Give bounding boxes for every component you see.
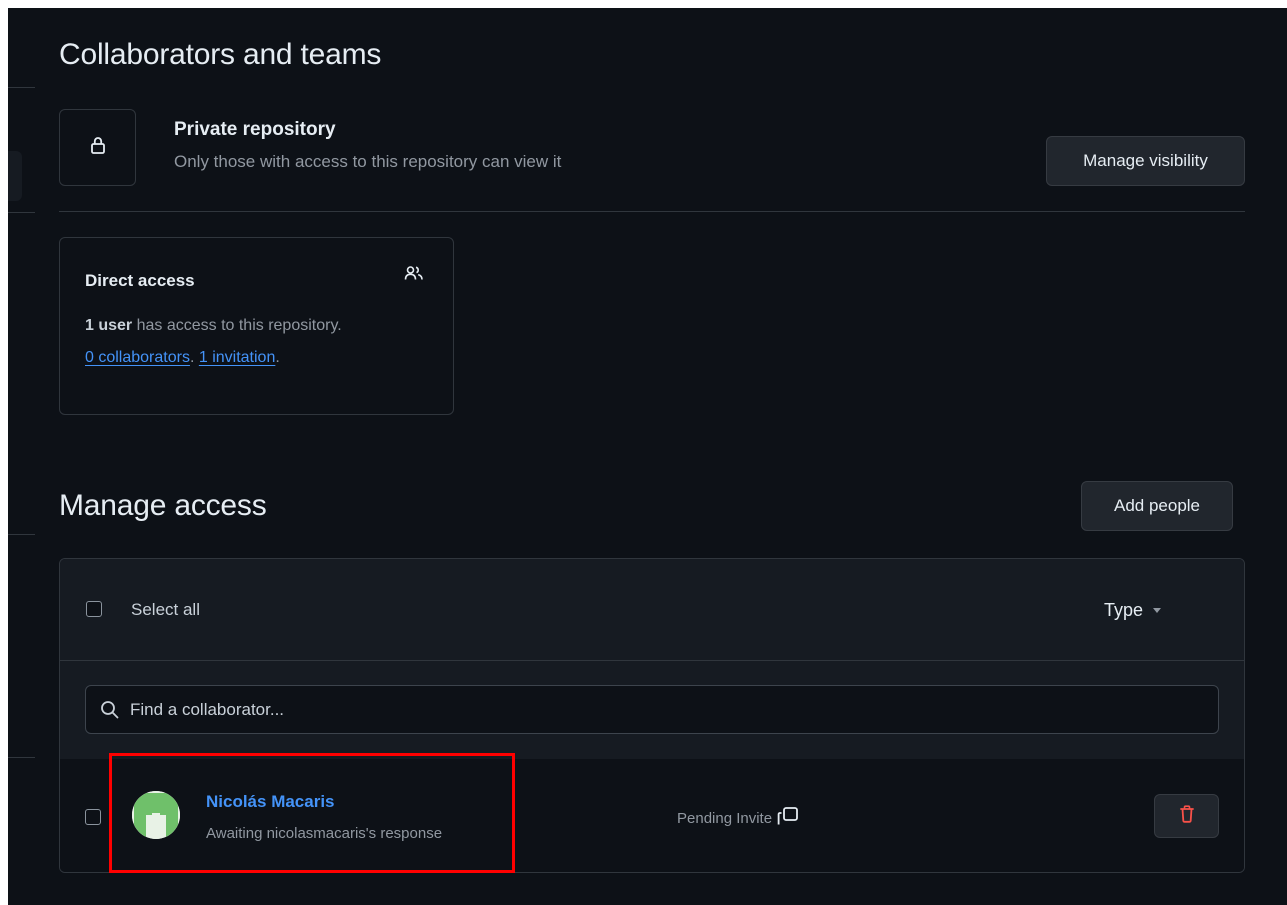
table-row: Nicolás Macaris Awaiting nicolasmacaris'… [60,759,1244,872]
direct-access-summary: 1 user has access to this repository. [85,317,342,335]
people-icon [404,265,424,286]
manage-access-title: Manage access [59,489,267,522]
sidebar-divider [8,757,35,758]
invite-status: Awaiting nicolasmacaris's response [206,825,443,842]
direct-access-title: Direct access [85,271,195,290]
sidebar-selected-item[interactable] [8,151,22,201]
type-filter-label: Type [1104,600,1144,620]
user-count: 1 user [85,317,133,334]
visibility-description: Only those with access to this repositor… [174,152,562,171]
collaborator-name-link[interactable]: Nicolás Macaris [206,792,335,812]
sidebar-divider [8,212,35,213]
select-all-label: Select all [131,600,200,619]
search-box[interactable] [85,685,1219,734]
select-all-checkbox[interactable] [86,601,102,617]
type-filter-dropdown[interactable]: Type [1104,600,1162,621]
invitations-link[interactable]: 1 invitation [199,349,276,366]
section-divider [59,211,1245,212]
app-window: Collaborators and teams Private reposito… [8,8,1287,905]
trash-icon [1179,804,1194,828]
caret-down-icon [1153,608,1162,613]
table-header: Select all Type [60,559,1244,661]
role-cell: Pending Invite [677,806,799,830]
row-checkbox[interactable] [85,809,101,825]
visibility-title: Private repository [174,119,336,140]
access-text: has access to this repository. [132,317,342,334]
lock-icon [90,136,106,159]
search-row [60,661,1244,760]
search-input[interactable] [130,686,1210,733]
manage-visibility-button[interactable]: Manage visibility [1046,136,1245,186]
link-end: . [275,349,280,366]
page-title: Collaborators and teams [59,38,382,71]
visibility-icon-box [59,109,136,186]
remove-collaborator-button[interactable] [1154,794,1219,838]
direct-access-links: 0 collaborators. 1 invitation. [85,349,280,367]
direct-access-card: Direct access 1 user has access to this … [59,237,454,415]
collaborators-link[interactable]: 0 collaborators [85,349,190,366]
identicon-avatar[interactable] [132,791,180,839]
role-label: Pending Invite [677,809,773,827]
copy-icon[interactable] [777,806,799,830]
sidebar-divider [8,87,35,88]
search-icon [100,700,120,725]
add-people-button[interactable]: Add people [1081,481,1233,531]
sidebar-divider [8,534,35,535]
link-separator: . [189,349,199,366]
collaborators-table: Select all Type Find a collaborator... N… [59,558,1245,873]
